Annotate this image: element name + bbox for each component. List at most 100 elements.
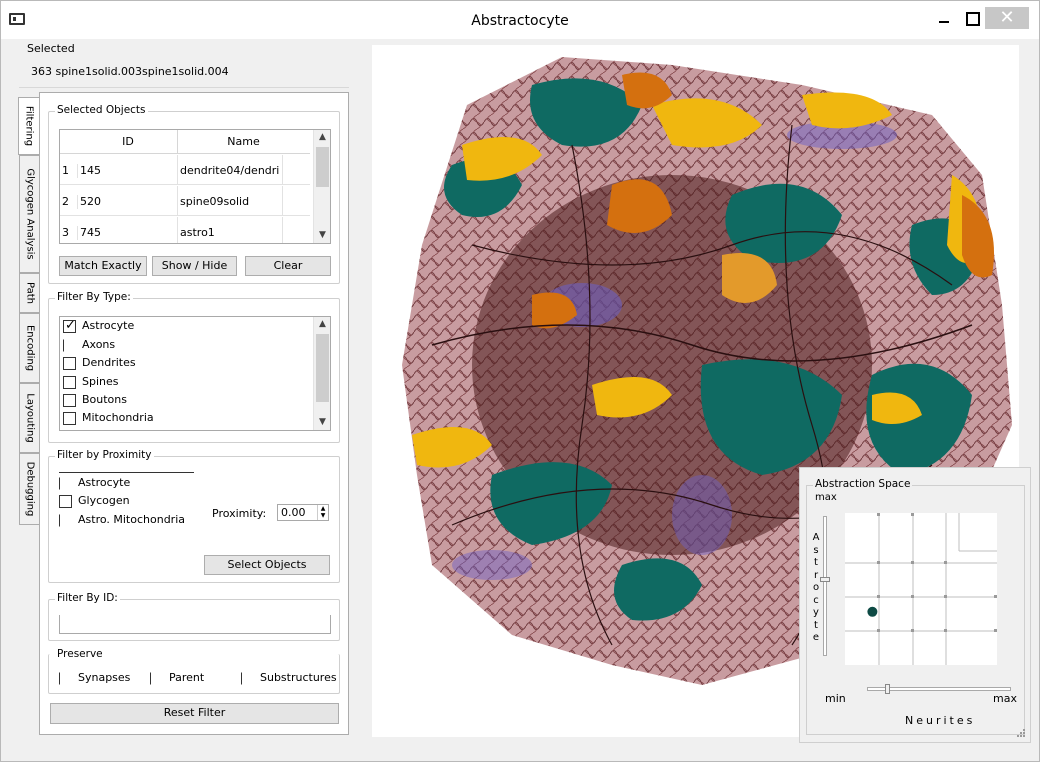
type-list-scrollbar[interactable]: ▲ ▼ bbox=[313, 317, 330, 430]
astrocyte-slider[interactable] bbox=[820, 516, 830, 656]
scroll-thumb[interactable] bbox=[316, 147, 329, 187]
checkbox-label: Spines bbox=[82, 375, 119, 388]
tab-filtering[interactable]: Filtering bbox=[18, 97, 39, 155]
tab-path[interactable]: Path bbox=[19, 273, 39, 313]
checkbox[interactable] bbox=[63, 394, 76, 407]
proximity-value: 0.00 bbox=[281, 506, 306, 519]
checkbox[interactable] bbox=[63, 357, 76, 370]
row-name: astro1 bbox=[180, 226, 215, 239]
abstraction-position-marker[interactable] bbox=[867, 606, 878, 617]
table-row[interactable]: 3 745 astro1 bbox=[60, 217, 310, 243]
x-min-label: min bbox=[825, 692, 846, 705]
scroll-down-icon[interactable]: ▼ bbox=[314, 228, 330, 243]
column-separator bbox=[282, 217, 283, 243]
tab-label: Path bbox=[24, 282, 35, 304]
filter-by-type-group: Filter By Type: Astrocyte Axons Dendrite… bbox=[48, 291, 340, 443]
checkbox[interactable] bbox=[59, 514, 63, 527]
scroll-up-icon[interactable]: ▲ bbox=[314, 130, 330, 145]
show-hide-button[interactable]: Show / Hide bbox=[152, 256, 237, 276]
group-title: Abstraction Space bbox=[813, 478, 913, 490]
preserve-group: Preserve Synapses Parent Substructures bbox=[48, 648, 340, 694]
filtering-panel: Selected Objects ID Name 1 145 dendrite0… bbox=[39, 92, 349, 735]
checkbox-label: Astrocyte bbox=[78, 476, 131, 489]
row-number: 2 bbox=[62, 195, 69, 208]
tab-label: Layouting bbox=[24, 393, 35, 443]
checkbox[interactable] bbox=[63, 412, 76, 425]
table-row[interactable]: 2 520 spine09solid bbox=[60, 186, 310, 216]
scroll-up-icon[interactable]: ▲ bbox=[314, 317, 330, 332]
close-button[interactable]: ✕ bbox=[985, 7, 1029, 29]
tab-label: Encoding bbox=[24, 324, 35, 372]
checkbox-label: Axons bbox=[82, 338, 116, 351]
minimize-button[interactable] bbox=[929, 7, 959, 29]
checkbox-label: Astrocyte bbox=[82, 319, 135, 332]
column-separator bbox=[177, 186, 178, 216]
group-title: Filter By ID: bbox=[55, 592, 120, 604]
selected-value: 363 spine1solid.003spine1solid.004 bbox=[31, 65, 229, 78]
tab-glycogen-analysis[interactable]: Glycogen Analysis bbox=[19, 155, 39, 273]
spin-arrows-icon[interactable]: ▲ ▼ bbox=[317, 505, 328, 520]
scroll-down-icon[interactable]: ▼ bbox=[314, 415, 330, 430]
selected-label: Selected bbox=[27, 42, 75, 55]
abstraction-grid[interactable] bbox=[845, 513, 997, 665]
checkbox-label: Dendrites bbox=[82, 356, 136, 369]
table-row[interactable]: 1 145 dendrite04/dendri bbox=[60, 155, 310, 185]
group-title: Selected Objects bbox=[55, 104, 148, 116]
column-header-name[interactable]: Name bbox=[177, 135, 310, 148]
y-max-label: max bbox=[815, 492, 837, 503]
row-number: 3 bbox=[62, 226, 69, 239]
abstraction-space-panel: Abstraction Space max min max Neurites A… bbox=[799, 467, 1031, 743]
column-separator bbox=[282, 186, 283, 216]
tab-encoding[interactable]: Encoding bbox=[19, 313, 39, 383]
row-name: spine09solid bbox=[180, 195, 250, 208]
column-separator bbox=[177, 217, 178, 243]
slider-handle[interactable] bbox=[820, 577, 830, 582]
tab-debugging[interactable]: Debugging bbox=[19, 453, 39, 525]
neurites-slider[interactable] bbox=[867, 684, 1011, 694]
checkbox-label: Mitochondria bbox=[82, 411, 154, 424]
checkbox[interactable] bbox=[63, 339, 67, 352]
checkbox[interactable] bbox=[59, 495, 72, 508]
close-icon: ✕ bbox=[999, 7, 1015, 28]
proximity-spinbox[interactable]: 0.00 ▲ ▼ bbox=[277, 504, 329, 521]
window-title: Abstractocyte bbox=[471, 13, 569, 29]
checkbox[interactable] bbox=[59, 672, 63, 685]
row-id: 145 bbox=[77, 164, 101, 178]
divider bbox=[19, 87, 349, 88]
checkbox[interactable] bbox=[63, 318, 76, 333]
maximize-button[interactable] bbox=[957, 7, 987, 29]
select-objects-button[interactable]: Select Objects bbox=[204, 555, 330, 575]
slider-handle[interactable] bbox=[885, 684, 891, 694]
app-window: Abstractocyte ✕ Selected 363 spine1solid… bbox=[0, 0, 1040, 762]
column-header-id[interactable]: ID bbox=[78, 135, 178, 148]
tab-layouting[interactable]: Layouting bbox=[19, 383, 39, 453]
x-axis-label: Neurites bbox=[905, 714, 976, 727]
checkbox[interactable] bbox=[59, 477, 63, 490]
table-scrollbar[interactable]: ▲ ▼ bbox=[313, 130, 330, 243]
tab-label: Debugging bbox=[24, 461, 35, 517]
tab-strip: Filtering Glycogen Analysis Path Encodin… bbox=[18, 93, 39, 533]
reset-filter-button[interactable]: Reset Filter bbox=[50, 703, 339, 724]
checkbox[interactable] bbox=[241, 672, 245, 685]
match-exactly-button[interactable]: Match Exactly bbox=[59, 256, 147, 276]
list-top-border bbox=[59, 472, 194, 473]
scroll-thumb[interactable] bbox=[316, 334, 329, 402]
row-number: 1 bbox=[62, 164, 69, 177]
selected-objects-group: Selected Objects ID Name 1 145 dendrite0… bbox=[48, 104, 340, 284]
checkbox-label: Glycogen bbox=[78, 494, 130, 507]
checkbox[interactable] bbox=[150, 672, 154, 685]
row-id: 745 bbox=[77, 226, 101, 240]
selected-objects-table[interactable]: ID Name 1 145 dendrite04/dendri 2 520 sp… bbox=[59, 129, 331, 244]
checkbox-label: Substructures bbox=[260, 671, 337, 684]
column-separator bbox=[282, 155, 283, 185]
clear-button[interactable]: Clear bbox=[245, 256, 331, 276]
x-max-label: max bbox=[993, 692, 1017, 705]
tab-label: Glycogen Analysis bbox=[24, 168, 35, 260]
group-title: Preserve bbox=[55, 648, 105, 660]
type-list[interactable]: Astrocyte Axons Dendrites Spines Boutons bbox=[59, 316, 331, 431]
checkbox[interactable] bbox=[63, 376, 76, 389]
filter-id-input[interactable] bbox=[59, 615, 331, 634]
resize-grip-icon[interactable] bbox=[1016, 728, 1026, 738]
tab-label: Filtering bbox=[23, 105, 35, 147]
group-title: Filter by Proximity bbox=[55, 449, 154, 461]
